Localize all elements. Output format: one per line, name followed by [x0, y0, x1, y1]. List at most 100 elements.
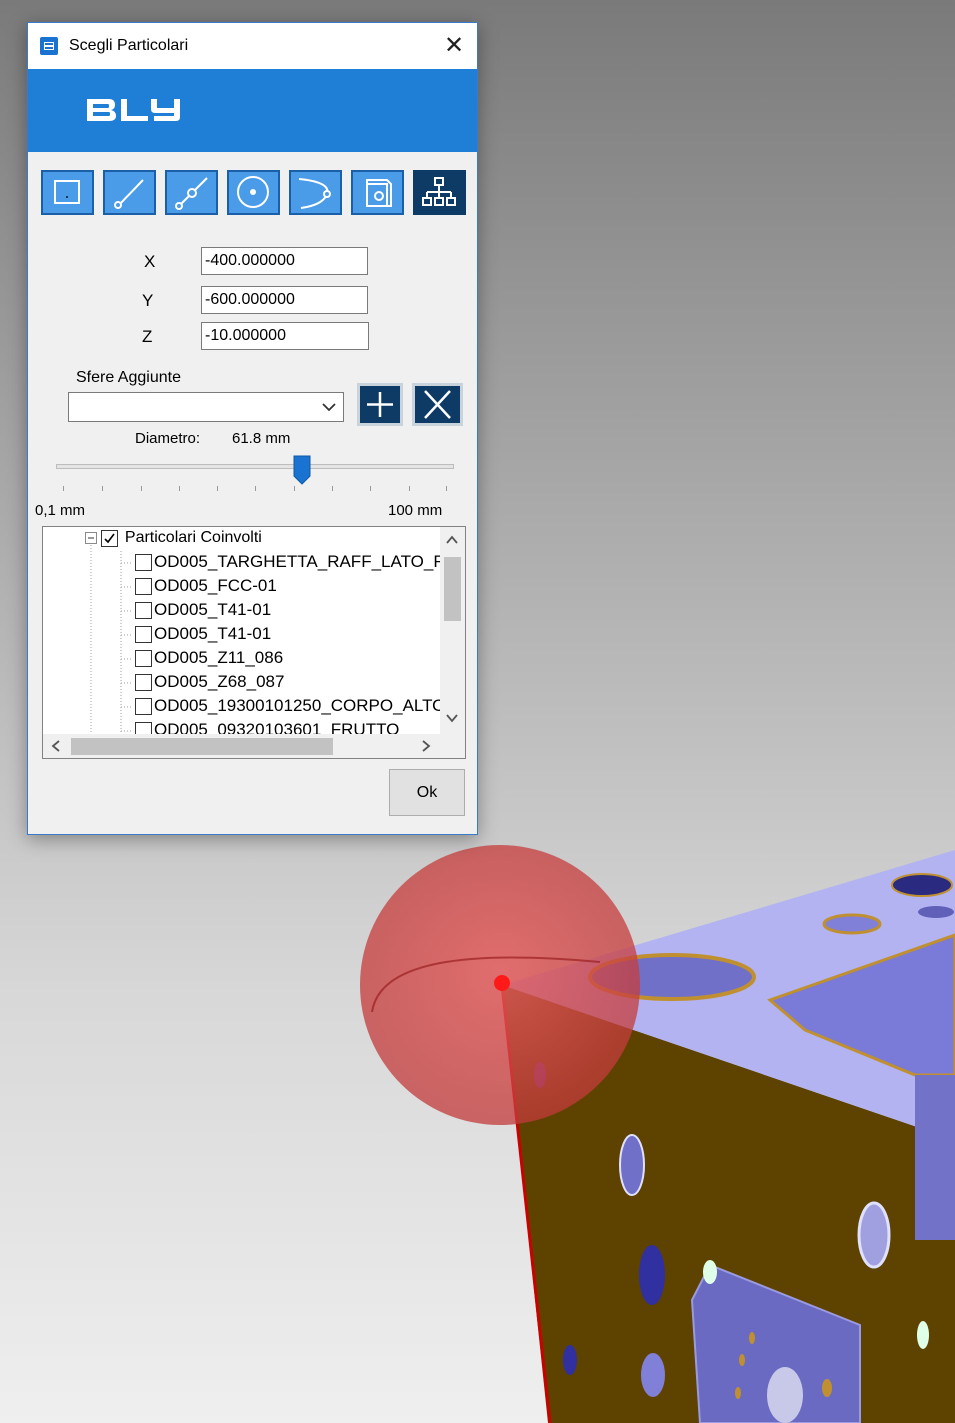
brand-banner	[28, 69, 477, 152]
close-icon	[424, 390, 451, 419]
brand-logo	[87, 99, 180, 121]
part-hole	[767, 1367, 803, 1423]
slider-max-label: 100 mm	[388, 502, 443, 519]
tree-item-checkbox[interactable]	[135, 577, 152, 595]
diameter-slider-thumb[interactable]	[293, 455, 311, 485]
title-bar[interactable]: Scegli Particolari ✕	[28, 23, 477, 69]
slider-tick	[332, 486, 333, 491]
scroll-down-icon[interactable]	[440, 707, 465, 729]
tree-horizontal-scrollbar[interactable]	[43, 734, 441, 758]
window-icon	[40, 37, 58, 55]
tree-item-label: OD005_T41-01	[154, 600, 272, 619]
tree-item-checkbox[interactable]	[135, 649, 152, 667]
part-step	[915, 1075, 955, 1240]
tool-line-point-button[interactable]	[165, 170, 218, 215]
part-hole	[917, 1321, 929, 1349]
tree-item[interactable]: OD005_TARGHETTA_RAFF_LATO_FI	[135, 552, 448, 576]
collapse-icon[interactable]	[85, 532, 97, 544]
part-hole	[857, 1201, 891, 1269]
slider-tick	[370, 486, 371, 491]
tree-item-label: OD005_TARGHETTA_RAFF_LATO_FI	[154, 552, 449, 571]
diameter-value: 61.8 mm	[232, 430, 291, 447]
tree-item-checkbox[interactable]	[135, 553, 152, 571]
slider-min-label: 0,1 mm	[35, 502, 86, 519]
slider-tick	[63, 486, 64, 491]
slider-tick	[409, 486, 410, 491]
tree-vertical-scrollbar[interactable]	[440, 527, 465, 735]
tree-item-label: OD005_Z68_087	[154, 672, 285, 691]
tool-arc-button[interactable]	[289, 170, 342, 215]
part-hole	[739, 1354, 745, 1366]
part-hole	[822, 1379, 832, 1397]
tree-item[interactable]: OD005_T41-01	[135, 600, 271, 624]
tool-hierarchy-button[interactable]	[413, 170, 466, 215]
arc-icon	[298, 178, 331, 209]
remove-sphere-button[interactable]	[412, 383, 463, 426]
scrollbar-corner	[440, 734, 465, 758]
scroll-left-icon[interactable]	[45, 734, 67, 758]
tree-item[interactable]: OD005_Z11_086	[135, 648, 283, 672]
tool-point-button[interactable]	[41, 170, 94, 215]
tree-item-label: OD005_T41-01	[154, 624, 272, 643]
part-hole	[749, 1332, 755, 1344]
scroll-up-icon[interactable]	[440, 529, 465, 551]
vertical-scroll-thumb[interactable]	[444, 557, 461, 621]
add-sphere-button[interactable]	[357, 383, 403, 426]
window-title: Scegli Particolari	[69, 37, 189, 54]
part-hole	[641, 1353, 665, 1397]
ok-button[interactable]: Ok	[389, 769, 465, 816]
tree-root-row[interactable]: Particolari Coinvolti	[85, 529, 262, 553]
tree-item-checkbox[interactable]	[135, 673, 152, 691]
tree-item-label: OD005_FCC-01	[154, 576, 277, 595]
slider-tick	[179, 486, 180, 491]
parts-tree[interactable]: Particolari Coinvolti OD005_TARGHETTA_RA…	[42, 526, 466, 759]
tool-part-button[interactable]	[351, 170, 404, 215]
part-hole	[822, 913, 882, 935]
hierarchy-icon	[422, 177, 456, 206]
slider-tick	[446, 486, 447, 491]
part-hole	[619, 1134, 645, 1196]
diameter-slider-track[interactable]	[56, 464, 454, 469]
slider-tick	[141, 486, 142, 491]
part-hole	[639, 1245, 665, 1305]
y-label: Y	[142, 291, 154, 310]
chevron-down-icon	[322, 403, 336, 412]
part-hole	[735, 1387, 741, 1399]
added-spheres-select[interactable]	[68, 392, 344, 422]
tree-item-label: OD005_19300101250_CORPO_ALTO	[154, 696, 446, 715]
choose-parts-dialog: Scegli Particolari ✕ X -400.000000 Y -60…	[27, 22, 478, 835]
plus-icon	[367, 392, 393, 417]
tree-item-checkbox[interactable]	[135, 625, 152, 643]
scroll-right-icon[interactable]	[415, 734, 437, 758]
z-label: Z	[142, 327, 153, 346]
part-hole	[703, 1260, 717, 1284]
diameter-label: Diametro:	[135, 430, 201, 447]
part-hole	[563, 1345, 577, 1375]
tree-item-label: OD005_Z11_086	[154, 648, 284, 667]
line-icon	[114, 179, 144, 209]
tree-item[interactable]: OD005_Z68_087	[135, 672, 284, 696]
checkmark-icon	[104, 533, 116, 543]
x-coordinate-input[interactable]	[201, 247, 368, 275]
tree-item-checkbox[interactable]	[135, 697, 152, 715]
tool-line-button[interactable]	[103, 170, 156, 215]
slider-tick	[217, 486, 218, 491]
part-hole	[891, 873, 953, 897]
slider-tick	[102, 486, 103, 491]
x-label: X	[144, 252, 156, 271]
added-spheres-label: Sfere Aggiunte	[76, 369, 181, 386]
z-coordinate-input[interactable]	[201, 322, 369, 350]
tree-item-checkbox[interactable]	[135, 601, 152, 619]
selection-point[interactable]	[494, 975, 510, 991]
circle-icon	[237, 176, 269, 208]
close-button[interactable]: ✕	[441, 33, 467, 59]
tree-item[interactable]: OD005_T41-01	[135, 624, 271, 648]
tree-root-checkbox[interactable]	[101, 529, 119, 547]
horizontal-scroll-thumb[interactable]	[71, 738, 333, 755]
tree-item[interactable]: OD005_19300101250_CORPO_ALTO	[135, 696, 445, 720]
tree-item[interactable]: OD005_FCC-01	[135, 576, 277, 600]
tree-root-label: Particolari Coinvolti	[124, 529, 262, 546]
y-coordinate-input[interactable]	[201, 286, 368, 314]
line-point-icon	[175, 177, 208, 210]
tool-circle-button[interactable]	[227, 170, 280, 215]
